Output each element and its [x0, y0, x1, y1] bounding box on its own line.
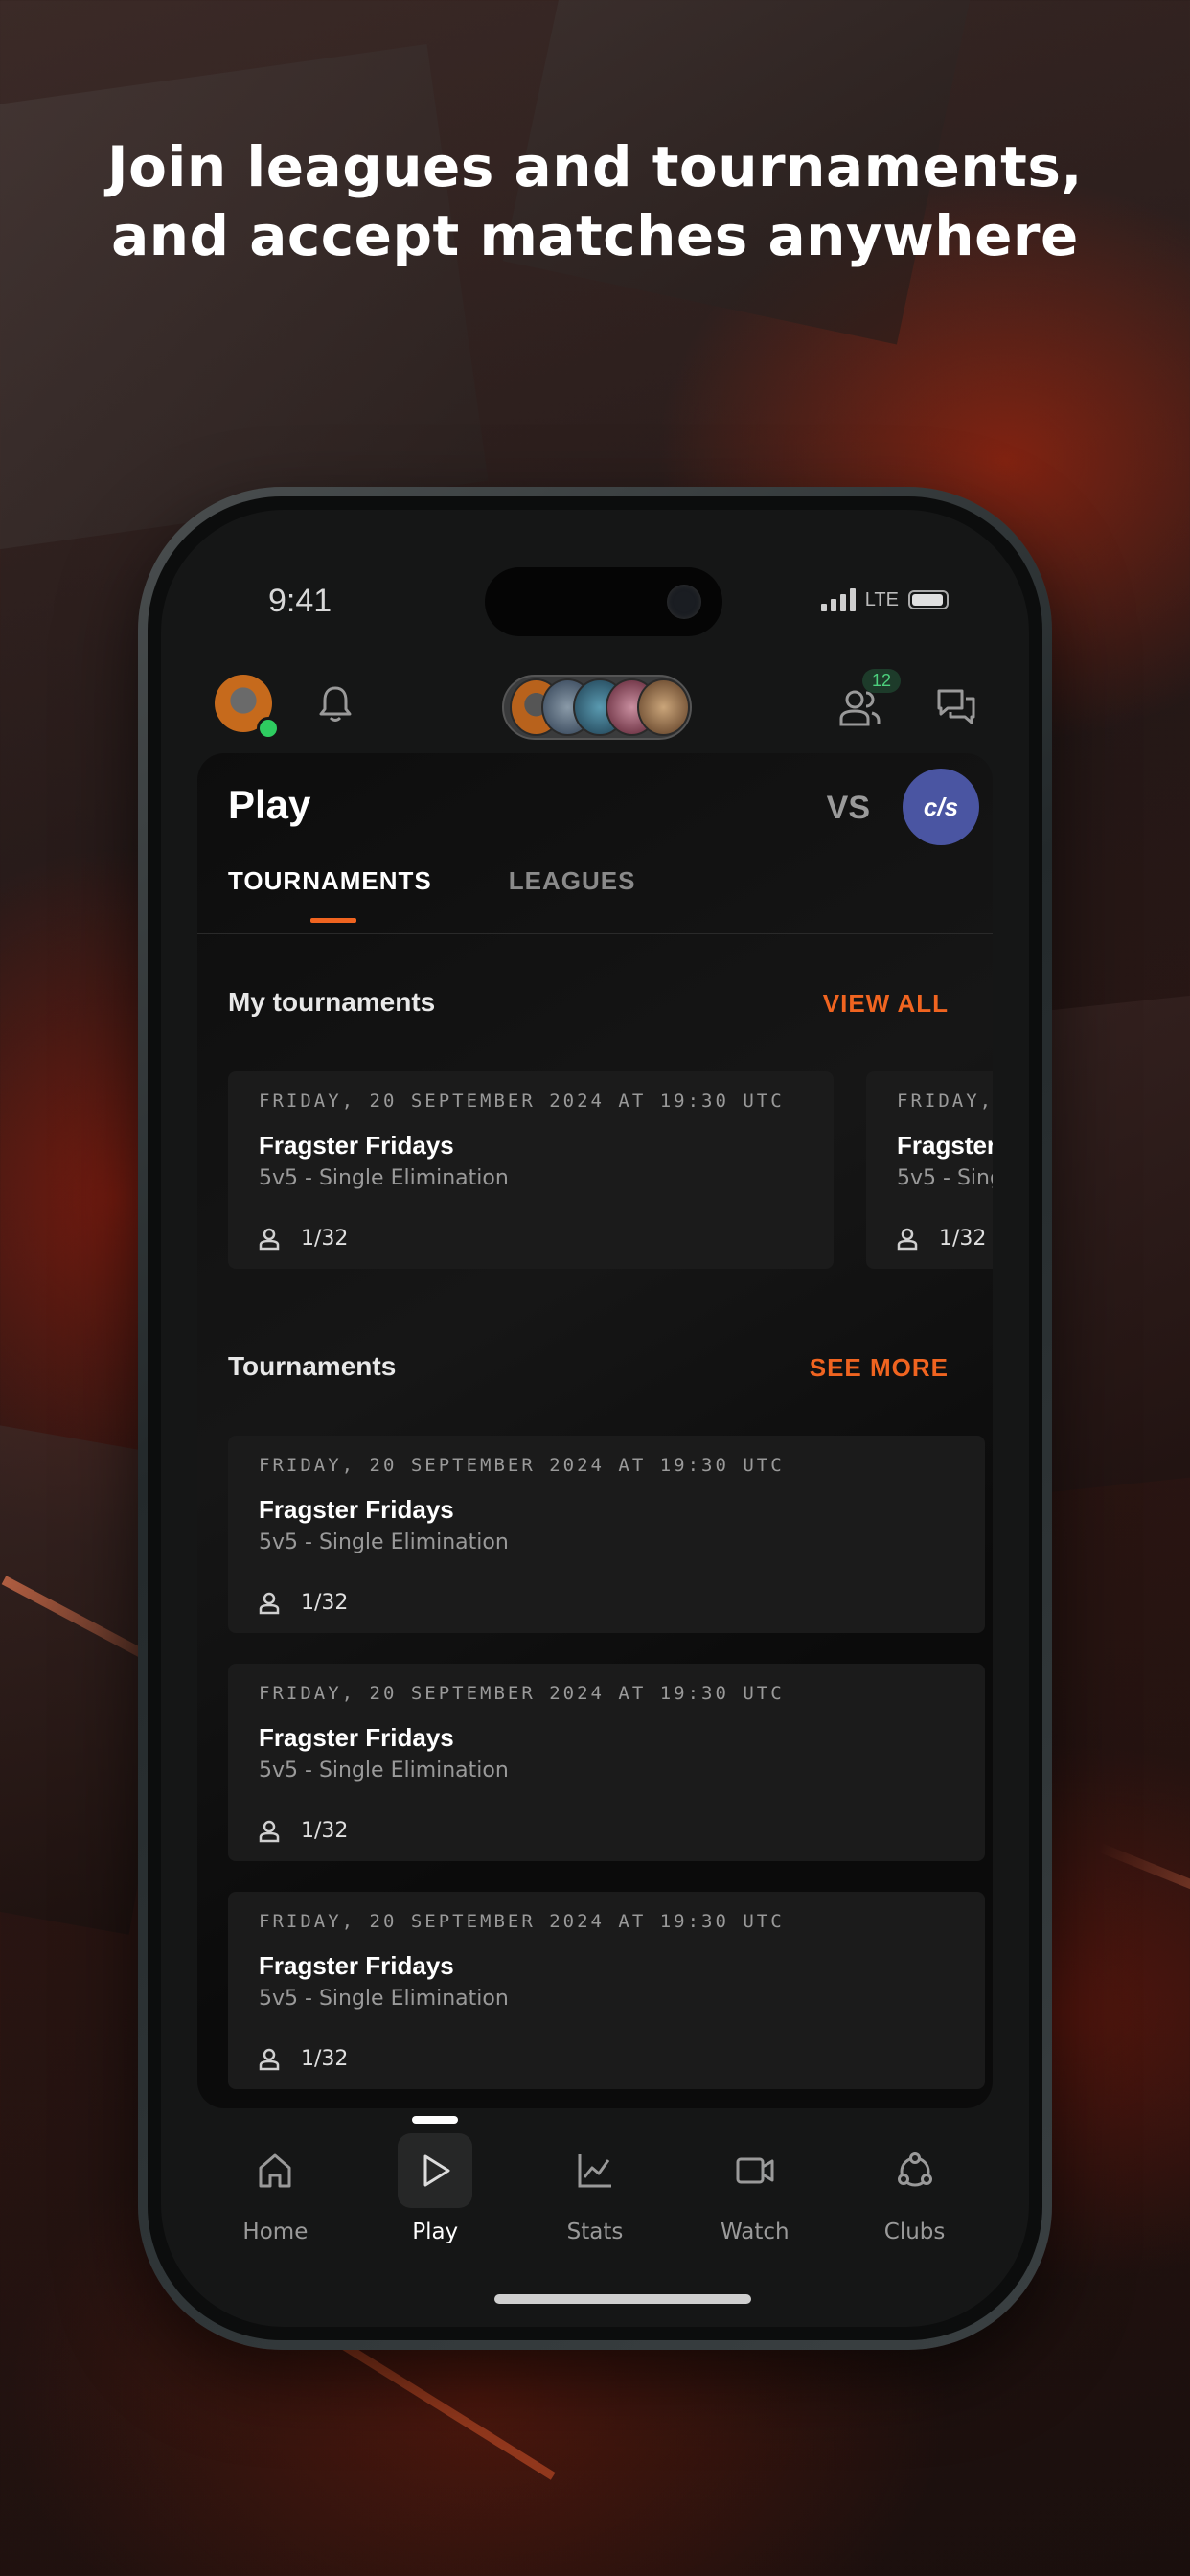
- player-icon: [897, 1228, 918, 1250]
- dynamic-island: [485, 567, 722, 636]
- network-label: LTE: [864, 588, 899, 610]
- friends-icon[interactable]: [839, 688, 881, 730]
- tournament-slots: 1/32: [897, 1227, 989, 1251]
- tournament-slots: 1/32: [259, 1819, 954, 1843]
- tournament-card[interactable]: FRIDAY, 20 SEPTEMBER 2024 AT 19:30 UTC F…: [228, 1892, 985, 2089]
- divider: [197, 933, 993, 934]
- tournament-slots: 1/32: [259, 2047, 954, 2071]
- tournament-card[interactable]: FRIDAY, 20 SEPTEMBER 2024 AT 19:30 UTC F…: [228, 1436, 985, 1633]
- tournament-name: Fragster Fridays: [259, 1131, 454, 1160]
- tab-leagues[interactable]: LEAGUES: [509, 866, 636, 915]
- battery-icon: [908, 590, 949, 610]
- bottom-nav: Home Play Stats Watch Clubs: [161, 2116, 1029, 2267]
- tournament-name: Fragster Fridays: [259, 1723, 454, 1752]
- slots-count: 1/32: [301, 1819, 349, 1843]
- chat-icon[interactable]: [937, 688, 975, 728]
- page-title: Play: [228, 782, 311, 827]
- nav-watch[interactable]: Watch: [693, 2133, 817, 2267]
- tournament-date: FRIDAY, 20 SEPTEMBER 2024 AT 19:30 UTC: [897, 1091, 993, 1112]
- nav-play[interactable]: Play: [373, 2116, 497, 2267]
- status-time: 9:41: [268, 583, 332, 619]
- tab-tournaments[interactable]: TOURNAMENTS: [228, 866, 432, 923]
- headline-line-1: Join leagues and tournaments,: [107, 134, 1083, 199]
- tournament-card[interactable]: FRIDAY, 20 SEPTEMBER 2024 AT 19:30 UTC F…: [228, 1071, 834, 1269]
- slots-count: 1/32: [301, 1227, 349, 1251]
- game-logo[interactable]: c/s: [903, 769, 979, 845]
- play-panel: Play VS c/s TOURNAMENTS LEAGUES My tourn…: [197, 753, 993, 2108]
- tab-bar: TOURNAMENTS LEAGUES: [228, 866, 636, 923]
- see-more-button[interactable]: SEE MORE: [810, 1353, 949, 1383]
- camera-icon: [667, 585, 701, 619]
- tournament-slots: 1/32: [259, 1591, 954, 1615]
- game-logo-text: c/s: [923, 792, 959, 821]
- tournament-card[interactable]: FRIDAY, 20 SEPTEMBER 2024 AT 19:30 UTC F…: [866, 1071, 993, 1269]
- tournament-date: FRIDAY, 20 SEPTEMBER 2024 AT 19:30 UTC: [259, 1455, 785, 1476]
- clubs-icon: [878, 2133, 952, 2208]
- nav-label: Play: [412, 2220, 459, 2244]
- tournament-format: 5v5 - Single Elimination: [259, 1530, 509, 1554]
- tournament-format: 5v5 - Single Elimination: [897, 1166, 993, 1190]
- tournament-card[interactable]: FRIDAY, 20 SEPTEMBER 2024 AT 19:30 UTC F…: [228, 1664, 985, 1861]
- tournament-name: Fragster Fridays: [259, 1495, 454, 1524]
- nav-label: Clubs: [883, 2220, 946, 2244]
- tournament-slots: 1/32: [259, 1227, 803, 1251]
- promo-headline: Join leagues and tournaments, and accept…: [0, 132, 1190, 270]
- app-screen: 9:41 LTE 12 Play VS c/s TOURNAMENTS LEAG…: [161, 510, 1029, 2327]
- background-streak: [1097, 1842, 1190, 1924]
- slots-count: 1/32: [939, 1227, 987, 1251]
- bell-icon[interactable]: [316, 684, 355, 728]
- player-icon: [259, 1228, 280, 1250]
- slots-count: 1/32: [301, 2047, 349, 2071]
- my-tournaments-title: My tournaments: [228, 987, 436, 1017]
- home-icon: [238, 2133, 312, 2208]
- player-icon: [259, 1820, 280, 1842]
- nav-clubs[interactable]: Clubs: [853, 2133, 977, 2267]
- online-status-dot: [257, 717, 280, 740]
- stats-icon: [558, 2133, 632, 2208]
- view-all-button[interactable]: VIEW ALL: [823, 989, 949, 1019]
- player-icon: [259, 2048, 280, 2070]
- tournament-format: 5v5 - Single Elimination: [259, 1759, 509, 1782]
- tournaments-title: Tournaments: [228, 1351, 397, 1381]
- squad-member-avatar: [636, 678, 691, 736]
- friends-count-badge: 12: [861, 669, 901, 693]
- slots-count: 1/32: [301, 1591, 349, 1615]
- nav-home[interactable]: Home: [213, 2133, 337, 2267]
- nav-label: Watch: [720, 2220, 790, 2244]
- watch-icon: [718, 2133, 792, 2208]
- top-bar: 12: [215, 669, 975, 744]
- headline-line-2: and accept matches anywhere: [111, 203, 1079, 268]
- tournament-format: 5v5 - Single Elimination: [259, 1987, 509, 2011]
- status-indicators: LTE: [820, 588, 949, 611]
- player-icon: [259, 1592, 280, 1614]
- tournament-format: 5v5 - Single Elimination: [259, 1166, 509, 1190]
- background-shape: [0, 44, 489, 550]
- nav-label: Stats: [566, 2220, 624, 2244]
- nav-label: Home: [242, 2220, 309, 2244]
- squad-avatars[interactable]: [502, 675, 692, 740]
- tournament-date: FRIDAY, 20 SEPTEMBER 2024 AT 19:30 UTC: [259, 1683, 785, 1704]
- nav-stats[interactable]: Stats: [533, 2133, 657, 2267]
- play-icon: [398, 2133, 473, 2208]
- home-indicator[interactable]: [494, 2294, 751, 2304]
- tournament-name: Fragster Fridays: [897, 1131, 993, 1160]
- vs-label: VS: [826, 790, 870, 826]
- tournament-date: FRIDAY, 20 SEPTEMBER 2024 AT 19:30 UTC: [259, 1091, 785, 1112]
- signal-icon: [820, 588, 856, 611]
- tournament-name: Fragster Fridays: [259, 1951, 454, 1980]
- tournament-date: FRIDAY, 20 SEPTEMBER 2024 AT 19:30 UTC: [259, 1911, 785, 1932]
- phone-frame: 9:41 LTE 12 Play VS c/s TOURNAMENTS LEAG…: [138, 487, 1052, 2350]
